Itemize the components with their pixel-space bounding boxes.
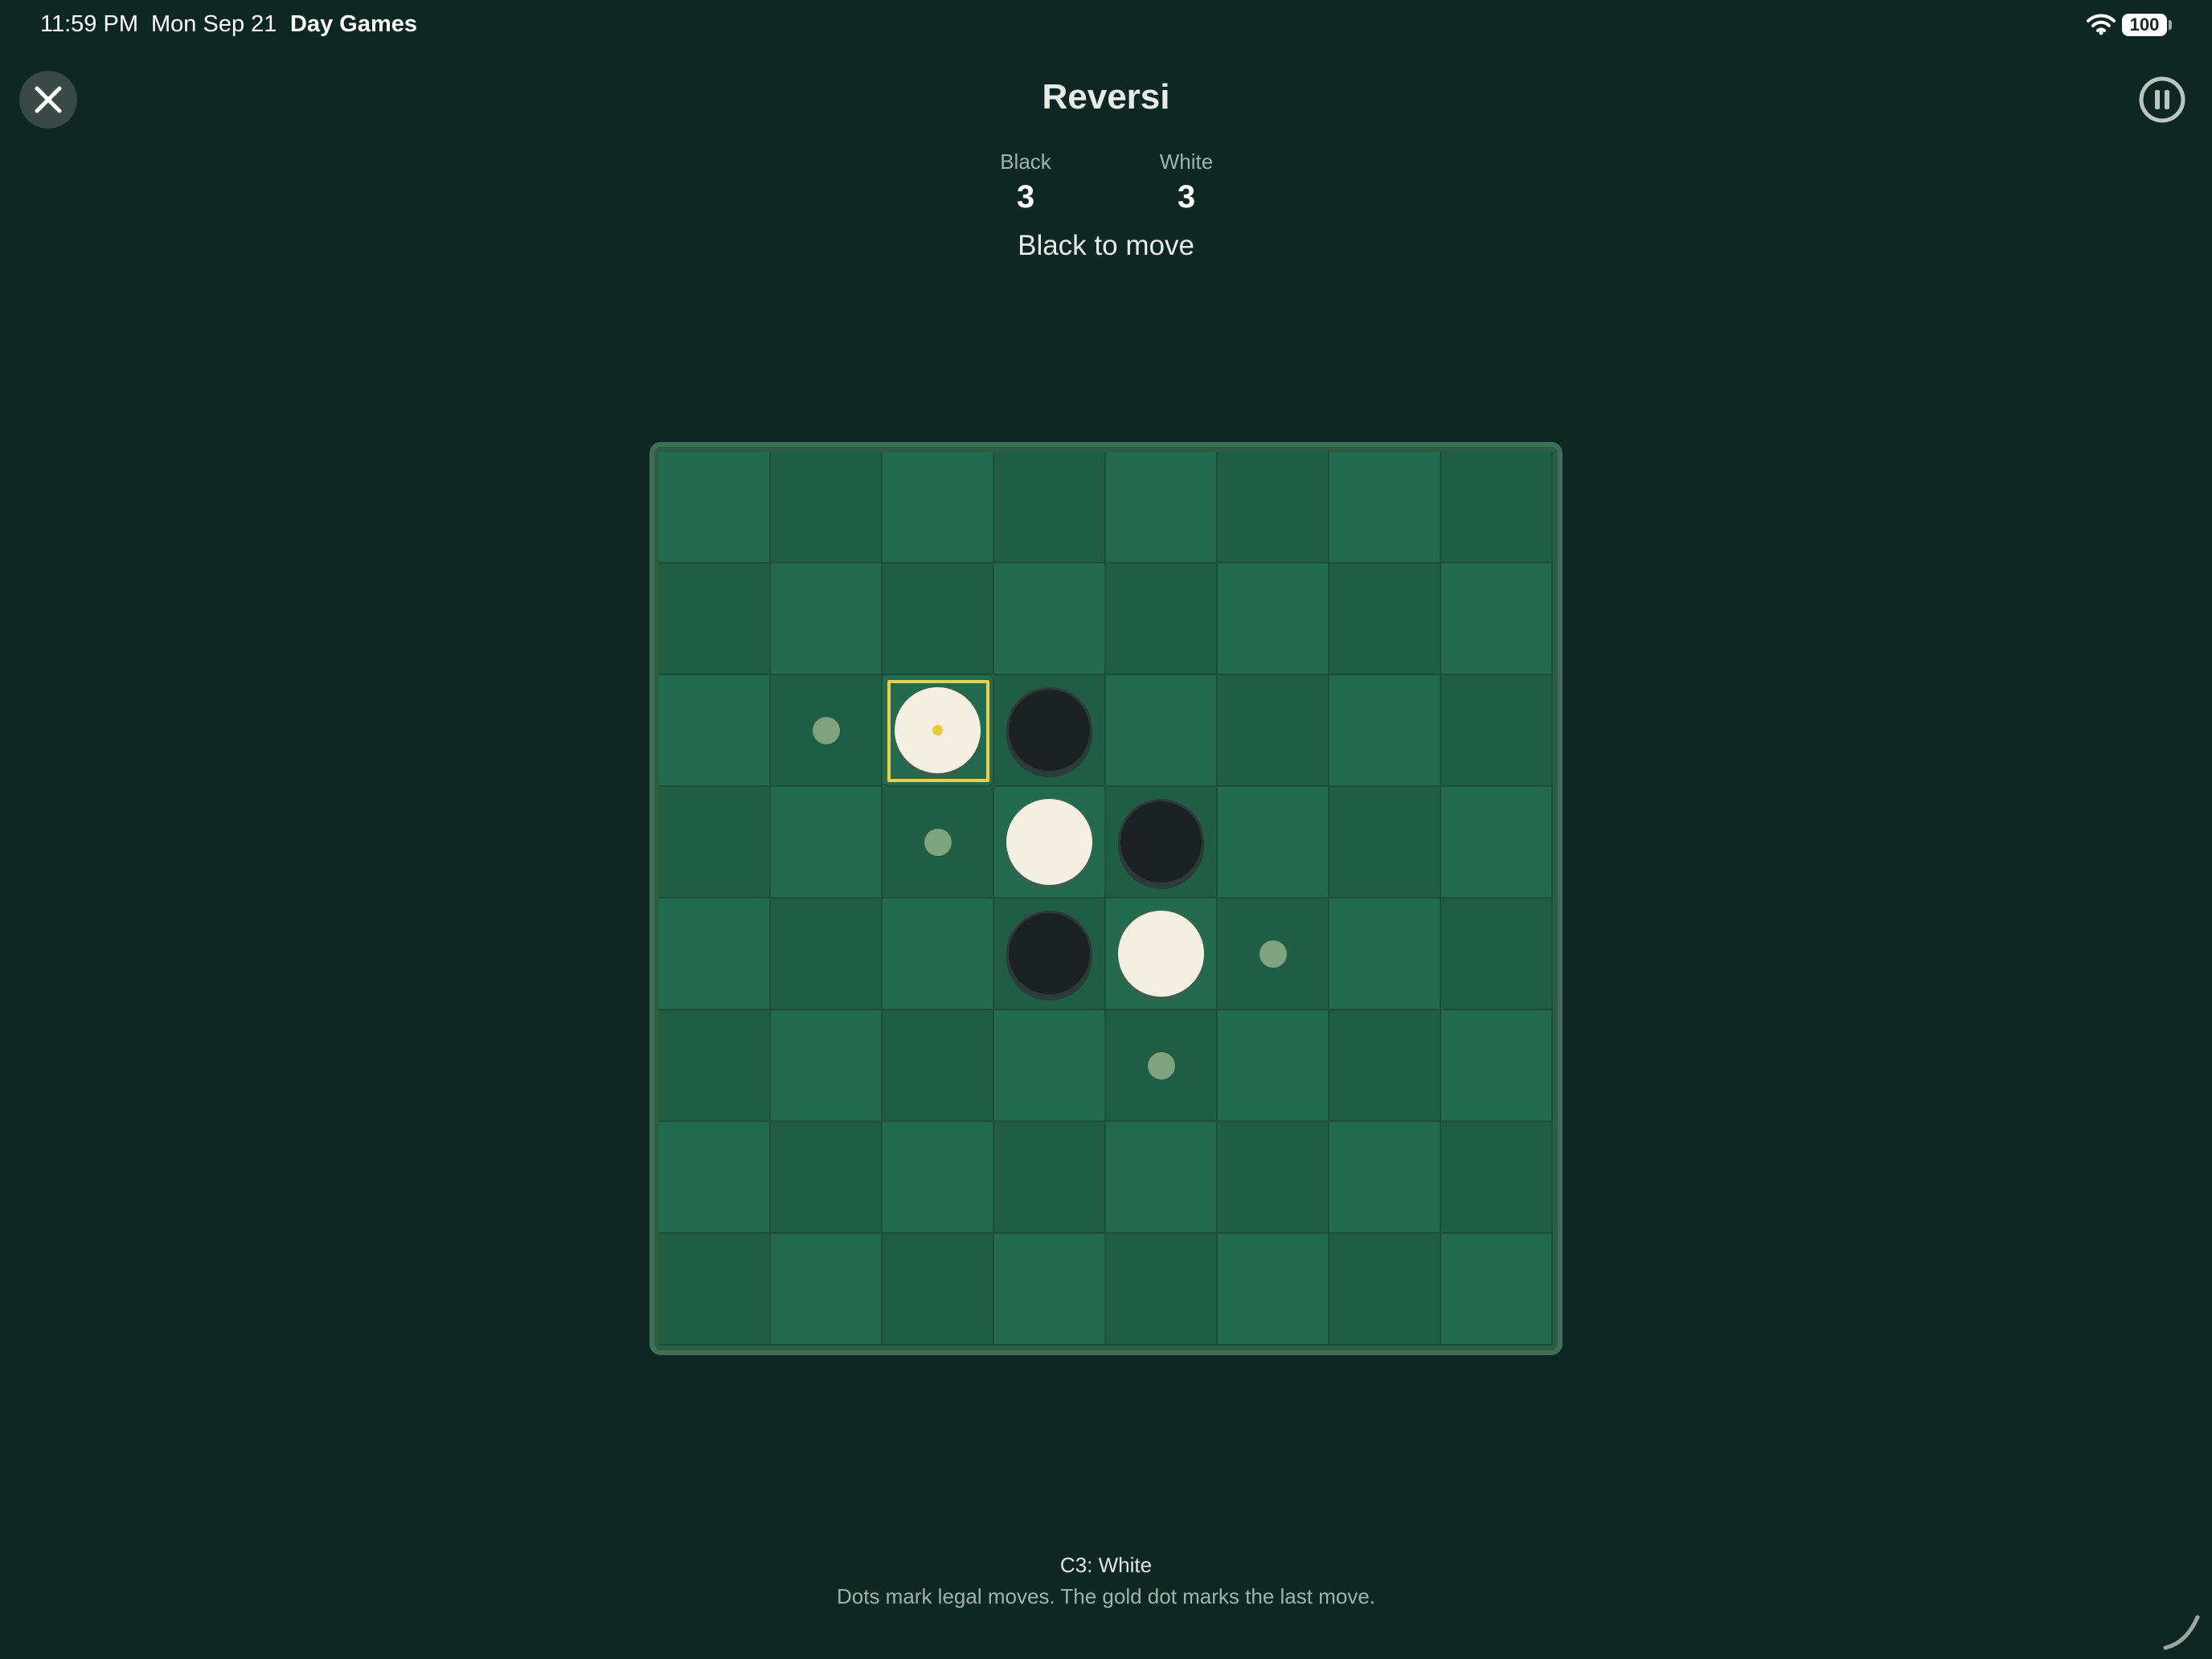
status-app-name: Day Games (290, 11, 417, 37)
board-cell-a2[interactable] (659, 563, 771, 675)
board-cell-f3[interactable] (1218, 675, 1329, 787)
board-cell-f1[interactable] (1218, 452, 1329, 563)
white-disc (895, 687, 981, 773)
board-cell-a4[interactable] (659, 787, 771, 899)
board-cell-a7[interactable] (659, 1122, 771, 1234)
board-cell-c8[interactable] (883, 1234, 994, 1346)
board-cell-h5[interactable] (1441, 899, 1553, 1010)
game-title: Reversi (1042, 77, 1170, 117)
game-screen: 11:59 PM Mon Sep 21 Day Games 100 Revers… (0, 0, 2212, 1659)
board-cell-h4[interactable] (1441, 787, 1553, 899)
status-date: Mon Sep 21 (151, 11, 277, 37)
status-bar: 11:59 PM Mon Sep 21 Day Games 100 (0, 0, 2212, 51)
board-cell-g4[interactable] (1329, 787, 1441, 899)
board-grid (659, 452, 1553, 1346)
turn-indicator: Black to move (1018, 230, 1194, 261)
battery-indicator: 100 (2122, 14, 2167, 36)
board-cell-g3[interactable] (1329, 675, 1441, 787)
board-cell-f7[interactable] (1218, 1122, 1329, 1234)
board-cell-g1[interactable] (1329, 452, 1441, 563)
board-cell-b7[interactable] (771, 1122, 883, 1234)
board-cell-d3[interactable] (994, 675, 1106, 787)
board-cell-e8[interactable] (1106, 1234, 1218, 1346)
board-cell-h8[interactable] (1441, 1234, 1553, 1346)
board-cell-c3[interactable] (883, 675, 994, 787)
board-cell-g2[interactable] (1329, 563, 1441, 675)
board-cell-h1[interactable] (1441, 452, 1553, 563)
wifi-icon (2087, 14, 2116, 35)
score-black: Black 3 (945, 150, 1106, 215)
board-cell-h7[interactable] (1441, 1122, 1553, 1234)
white-disc (1118, 911, 1204, 997)
board-cell-d2[interactable] (994, 563, 1106, 675)
score-white: White 3 (1106, 150, 1267, 215)
board-cell-f4[interactable] (1218, 787, 1329, 899)
legal-move-dot (1260, 940, 1287, 968)
board-cell-d6[interactable] (994, 1010, 1106, 1122)
board-cell-a1[interactable] (659, 452, 771, 563)
board-cell-d5[interactable] (994, 899, 1106, 1010)
board-cell-c7[interactable] (883, 1122, 994, 1234)
board-cell-f8[interactable] (1218, 1234, 1329, 1346)
board-cell-c1[interactable] (883, 452, 994, 563)
legal-move-dot (924, 829, 952, 856)
last-move-text: C3: White (1059, 1553, 1153, 1577)
score-black-label: Black (1000, 150, 1051, 174)
board-cell-b2[interactable] (771, 563, 883, 675)
board-cell-c5[interactable] (883, 899, 994, 1010)
score-white-value: 3 (1177, 179, 1196, 215)
board-cell-c4[interactable] (883, 787, 994, 899)
board-cell-d8[interactable] (994, 1234, 1106, 1346)
board-cell-b3[interactable] (771, 675, 883, 787)
white-disc (1006, 799, 1092, 885)
board-cell-g6[interactable] (1329, 1010, 1441, 1122)
resize-handle-icon (2163, 1615, 2200, 1650)
status-time: 11:59 PM (40, 11, 138, 37)
board-cell-g7[interactable] (1329, 1122, 1441, 1234)
board-cell-e5[interactable] (1106, 899, 1218, 1010)
board-cell-d1[interactable] (994, 452, 1106, 563)
board-cell-e3[interactable] (1106, 675, 1218, 787)
game-board (649, 442, 1563, 1355)
board-cell-f6[interactable] (1218, 1010, 1329, 1122)
board-cell-h2[interactable] (1441, 563, 1553, 675)
board-cell-h3[interactable] (1441, 675, 1553, 787)
board-cell-h6[interactable] (1441, 1010, 1553, 1122)
board-cell-e4[interactable] (1106, 787, 1218, 899)
board-cell-b6[interactable] (771, 1010, 883, 1122)
black-disc (1118, 799, 1204, 885)
board-cell-d4[interactable] (994, 787, 1106, 899)
board-cell-g5[interactable] (1329, 899, 1441, 1010)
board-cell-c6[interactable] (883, 1010, 994, 1122)
hint-text: Dots mark legal moves. The gold dot mark… (836, 1584, 1376, 1608)
board-cell-f2[interactable] (1218, 563, 1329, 675)
board-cell-b5[interactable] (771, 899, 883, 1010)
board-cell-a5[interactable] (659, 899, 771, 1010)
board-cell-b8[interactable] (771, 1234, 883, 1346)
board-cell-d7[interactable] (994, 1122, 1106, 1234)
board-cell-e2[interactable] (1106, 563, 1218, 675)
board-cell-e1[interactable] (1106, 452, 1218, 563)
score-white-label: White (1159, 150, 1214, 174)
last-move-dot (932, 725, 943, 735)
board-cell-a8[interactable] (659, 1234, 771, 1346)
board-cell-f5[interactable] (1218, 899, 1329, 1010)
board-cell-a3[interactable] (659, 675, 771, 787)
score-black-value: 3 (1016, 179, 1035, 215)
legal-move-dot (1148, 1052, 1175, 1079)
board-cell-e6[interactable] (1106, 1010, 1218, 1122)
board-cell-e7[interactable] (1106, 1122, 1218, 1234)
legal-move-dot (813, 717, 840, 744)
black-disc (1006, 911, 1092, 997)
board-cell-g8[interactable] (1329, 1234, 1441, 1346)
black-disc (1006, 687, 1092, 773)
board-cell-a6[interactable] (659, 1010, 771, 1122)
board-cell-c2[interactable] (883, 563, 994, 675)
board-cell-b1[interactable] (771, 452, 883, 563)
board-cell-b4[interactable] (771, 787, 883, 899)
battery-cap (2169, 20, 2172, 30)
